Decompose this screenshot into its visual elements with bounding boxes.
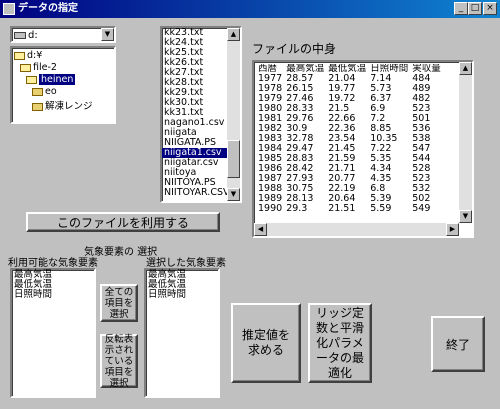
close-button[interactable]: × xyxy=(483,2,497,15)
folder-icon xyxy=(32,87,43,96)
table-cell: 5.59 xyxy=(370,203,392,214)
scroll-down-icon[interactable]: ▼ xyxy=(227,188,240,201)
maximize-button[interactable]: □ xyxy=(468,2,482,15)
exit-button[interactable]: 終了 xyxy=(431,316,485,372)
chevron-down-icon[interactable]: ▼ xyxy=(101,28,114,41)
selected-elements-list[interactable]: 最高気温 最低気温 日照時間 xyxy=(144,268,220,398)
scroll-down-icon[interactable]: ▼ xyxy=(459,210,472,223)
list-item[interactable]: 日照時間 xyxy=(146,290,218,300)
file-list-scrollbar[interactable]: ▲ ▼ xyxy=(227,28,240,201)
scroll-left-icon[interactable]: ◀ xyxy=(254,223,267,236)
use-file-button[interactable]: このファイルを利用する xyxy=(26,212,220,232)
folder-item[interactable]: file-2 xyxy=(20,62,57,73)
open-folder-icon xyxy=(26,75,37,84)
folder-tree[interactable]: d:¥ file-2 heinen eo 解凍レンジ xyxy=(10,46,116,124)
table-cell: 29.3 xyxy=(286,203,308,214)
list-item[interactable]: 日照時間 xyxy=(12,290,94,300)
scroll-thumb[interactable] xyxy=(227,140,240,178)
file-contents-box[interactable]: 西暦 最高気温 最低気温 日照時間 実収量 1977 28.57 21.04 7.14… xyxy=(252,60,474,238)
drive-icon xyxy=(14,31,26,39)
select-all-button[interactable]: 全ての項目を選択 xyxy=(100,284,138,322)
open-folder-icon xyxy=(14,51,25,60)
file-item[interactable]: NIITOYAR.CSV xyxy=(162,188,229,198)
title-bar: データの指定 xyxy=(0,0,500,18)
scroll-up-icon[interactable]: ▲ xyxy=(459,62,472,75)
folder-icon xyxy=(32,102,43,111)
folder-item[interactable]: heinen xyxy=(26,74,76,85)
folder-item[interactable]: d:¥ xyxy=(14,50,42,61)
available-elements-list[interactable]: 最高気温 最低気温 日照時間 xyxy=(10,268,96,398)
estimate-button[interactable]: 推定値を求める xyxy=(231,303,301,383)
table-cell: 549 xyxy=(412,203,431,214)
folder-item[interactable]: 解凍レンジ xyxy=(32,98,93,112)
contents-vscroll[interactable]: ▲ ▼ xyxy=(459,62,472,223)
window-title: データの指定 xyxy=(18,3,78,14)
table-cell: 1990 xyxy=(258,203,283,214)
drive-select-value: d: xyxy=(28,30,38,41)
optimize-button[interactable]: リッジ定数と平滑化パラメータの最適化 xyxy=(308,303,372,383)
table-row: 1990 29.3 21.51 5.59 549 xyxy=(256,204,443,214)
scroll-right-icon[interactable]: ▶ xyxy=(446,223,459,236)
file-contents-title: ファイルの中身 xyxy=(252,42,337,56)
minimize-button[interactable]: _ xyxy=(454,2,468,15)
drive-select[interactable]: d: ▼ xyxy=(10,26,116,43)
scroll-up-icon[interactable]: ▲ xyxy=(227,28,240,41)
select-highlighted-button[interactable]: 反転表示されている項目を選択 xyxy=(100,334,138,389)
folder-item[interactable]: eo xyxy=(32,86,57,97)
available-label: 利用可能な気象要素 xyxy=(8,258,98,269)
file-contents-table: 西暦 最高気温 最低気温 日照時間 実収量 1977 28.57 21.04 7.14… xyxy=(256,64,443,214)
app-icon xyxy=(3,3,15,15)
open-folder-icon xyxy=(20,63,31,72)
selected-label: 選択した気象要素 xyxy=(146,258,226,269)
contents-hscroll[interactable]: ◀ ▶ xyxy=(254,223,459,236)
table-cell: 21.51 xyxy=(328,203,356,214)
file-list[interactable]: kk23.txt kk24.txt kk25.txt kk26.txt kk27… xyxy=(160,26,242,203)
